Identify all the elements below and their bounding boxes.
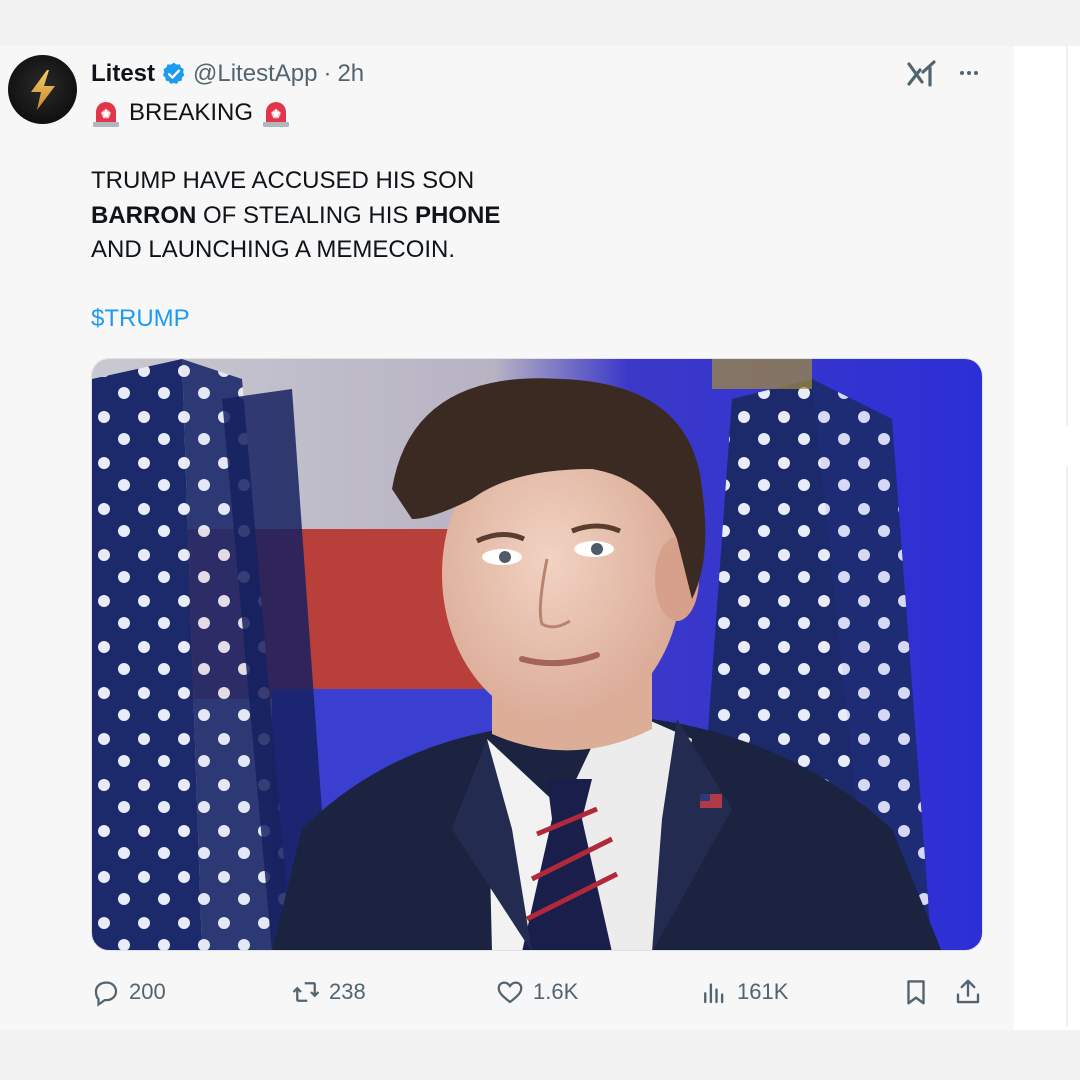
bookmark-button[interactable]: [901, 972, 931, 1012]
views-icon: [704, 983, 724, 1004]
separator-dot: ·: [323, 60, 332, 87]
avatar[interactable]: [8, 55, 77, 124]
share-icon: [956, 979, 980, 1004]
right-panel: [1014, 46, 1080, 1030]
more-icon[interactable]: [954, 58, 984, 88]
reply-icon: [94, 981, 118, 1007]
panel-edge-lower: [1066, 466, 1068, 1026]
bookmark-icon: [907, 980, 925, 1005]
lightning-bolt-icon: [30, 69, 55, 110]
display-name[interactable]: Litest: [91, 60, 155, 88]
grok-icon[interactable]: [906, 58, 938, 88]
handle[interactable]: @LitestApp: [193, 60, 317, 88]
police-siren-icon: [91, 98, 121, 128]
breaking-label: BREAKING: [129, 98, 254, 126]
breaking-line: BREAKING: [91, 96, 971, 130]
repost-icon: [292, 982, 320, 1002]
tweet-photo[interactable]: [91, 358, 983, 951]
repost-button[interactable]: 238: [291, 972, 366, 1012]
like-icon: [497, 981, 523, 1004]
reply-count: 200: [129, 979, 166, 1004]
tweet-header: Litest @LitestApp · 2h: [91, 58, 364, 90]
panel-edge-upper: [1066, 46, 1068, 426]
timestamp[interactable]: 2h: [337, 60, 364, 88]
bold-barron: BARRON: [91, 201, 197, 229]
text-line-1: TRUMP HAVE ACCUSED HIS SON: [91, 167, 475, 194]
share-button[interactable]: [953, 972, 983, 1012]
line-2-middle: OF STEALING HIS: [196, 201, 416, 229]
police-siren-icon: [261, 98, 291, 128]
verified-badge-icon[interactable]: [161, 61, 187, 87]
like-button[interactable]: 1.6K: [495, 972, 578, 1012]
views-count: 161K: [737, 979, 789, 1004]
action-bar: 200 238 1.6K 161K: [91, 972, 983, 1012]
bold-phone: PHONE: [415, 201, 501, 229]
views-button[interactable]: 161K: [699, 972, 788, 1012]
cashtag-link[interactable]: $TRUMP: [91, 302, 971, 337]
repost-count: 238: [329, 979, 366, 1004]
photo-image: [92, 359, 982, 950]
reply-button[interactable]: 200: [91, 972, 166, 1012]
text-line-2: BARRON OF STEALING HIS PHONE: [91, 199, 971, 234]
like-count: 1.6K: [533, 979, 579, 1004]
tweet-body: BREAKING TRUMP HAVE ACCUSED HIS SON BARR…: [91, 96, 971, 336]
text-line-3: AND LAUNCHING A MEMECOIN.: [91, 236, 456, 263]
